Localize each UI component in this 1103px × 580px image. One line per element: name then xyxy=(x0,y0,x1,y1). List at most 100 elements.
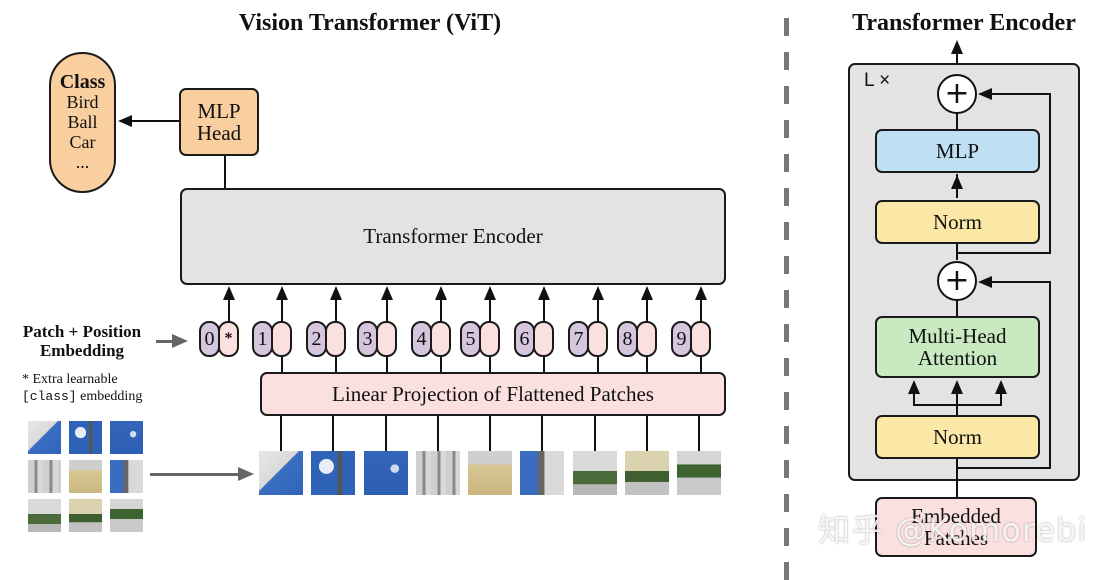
patch-embedding-token xyxy=(325,321,346,357)
token-arrow-head xyxy=(223,286,235,300)
image-patch xyxy=(110,460,143,493)
flattened-patch xyxy=(625,451,669,495)
connector-line xyxy=(956,300,958,316)
patch-to-projection-line xyxy=(385,416,387,451)
class-item: ... xyxy=(75,152,90,172)
input-line xyxy=(956,459,958,499)
mha-line1: Multi-Head xyxy=(908,323,1007,348)
flattened-patch xyxy=(364,451,408,495)
patch-embedding-token xyxy=(479,321,500,357)
image-patch xyxy=(28,460,61,493)
note-line2: [class] embedding xyxy=(22,388,142,405)
divider-dash xyxy=(784,52,789,70)
image-patch xyxy=(69,460,102,493)
skip-connection-line xyxy=(956,467,1051,469)
flattened-patch xyxy=(677,451,721,495)
query-arrow-head xyxy=(908,380,920,394)
flattened-patch xyxy=(311,451,355,495)
skip-connection-line xyxy=(956,252,1051,254)
image-patch xyxy=(69,421,102,454)
token-arrow-head xyxy=(641,286,653,300)
projection-to-token-line xyxy=(440,357,442,373)
divider-dash xyxy=(784,528,789,546)
image-patch xyxy=(110,421,143,454)
skip-connection-line xyxy=(1049,281,1051,469)
patch-embedding-token xyxy=(376,321,397,357)
projection-to-token-line xyxy=(700,357,702,373)
flattened-patch xyxy=(468,451,512,495)
patch-to-projection-line xyxy=(489,416,491,451)
patch-embedding-token xyxy=(271,321,292,357)
divider-dash xyxy=(784,18,789,36)
token-arrow-head xyxy=(435,286,447,300)
patch-to-projection-line xyxy=(541,416,543,451)
transformer-encoder-box: Transformer Encoder xyxy=(180,188,726,285)
repeat-label: L × xyxy=(864,70,891,91)
divider-dash xyxy=(784,290,789,308)
embedding-label-line1: Patch + Position xyxy=(22,322,142,341)
note-line1: * Extra learnable xyxy=(22,372,118,387)
flattened-patch xyxy=(520,451,564,495)
patch-to-projection-line xyxy=(437,416,439,451)
divider-dash xyxy=(784,426,789,444)
flattened-patch xyxy=(416,451,460,495)
embedding-label: Patch + Position Embedding xyxy=(8,322,156,360)
mlp-head-line2: Head xyxy=(196,121,242,145)
image-patch xyxy=(69,499,102,532)
residual-add-bottom: + xyxy=(937,261,977,301)
mha-line2: Attention xyxy=(917,346,998,370)
token-arrow-head xyxy=(695,286,707,300)
token-arrow-head xyxy=(538,286,550,300)
divider-dash xyxy=(784,562,789,580)
divider-dash xyxy=(784,392,789,410)
divider-dash xyxy=(784,324,789,342)
divider-dash xyxy=(784,222,789,240)
transformer-encoder-label: Transformer Encoder xyxy=(363,224,543,249)
patches-arrow-head xyxy=(238,467,254,481)
patch-embedding-token xyxy=(636,321,657,357)
watermark: 知乎 @Komorebi xyxy=(818,511,1088,549)
projection-to-token-line xyxy=(386,357,388,373)
class-item: Bird xyxy=(66,92,99,112)
patch-to-projection-line xyxy=(698,416,700,451)
divider-dash xyxy=(784,188,789,206)
flattened-patch xyxy=(259,451,303,495)
patch-to-projection-line xyxy=(280,416,282,451)
divider-dash xyxy=(784,154,789,172)
mlp-box: MLP xyxy=(875,129,1040,173)
connector-line xyxy=(224,156,226,188)
flattened-patch xyxy=(573,451,617,495)
patches-arrow-line xyxy=(150,473,240,476)
encoder-detail-title: Transformer Encoder xyxy=(852,10,1076,36)
projection-to-token-line xyxy=(646,357,648,373)
token-arrow-head xyxy=(330,286,342,300)
qkv-line xyxy=(956,392,958,415)
divider-dash xyxy=(784,120,789,138)
divider-dash xyxy=(784,494,789,512)
patch-to-projection-line xyxy=(332,416,334,451)
output-arrow-head xyxy=(951,40,963,54)
norm-label: Norm xyxy=(933,209,982,234)
patch-to-projection-line xyxy=(646,416,648,451)
class-heading: Class xyxy=(59,71,106,93)
divider-dash xyxy=(784,256,789,274)
projection-to-token-line xyxy=(543,357,545,373)
patch-embedding-token xyxy=(430,321,451,357)
class-output-box: Class Bird Ball Car ... xyxy=(49,52,116,193)
position-embedding-token: 1 xyxy=(252,321,273,357)
class-item: Car xyxy=(69,132,96,152)
linear-projection-label: Linear Projection of Flattened Patches xyxy=(332,381,654,406)
embedding-label-line2: Embedding xyxy=(39,341,125,360)
skip-connection-line xyxy=(990,93,1051,95)
plus-icon: + xyxy=(944,76,970,111)
patch-embedding-token xyxy=(690,321,711,357)
position-embedding-token: 6 xyxy=(514,321,535,357)
arrow-head-up xyxy=(951,175,963,189)
position-embedding-token: 2 xyxy=(306,321,327,357)
image-patch xyxy=(110,499,143,532)
patch-embedding-token xyxy=(587,321,608,357)
patch-embedding-token xyxy=(533,321,554,357)
qkv-line xyxy=(1000,392,1002,406)
norm-label: Norm xyxy=(933,424,982,449)
position-embedding-token: 8 xyxy=(617,321,638,357)
